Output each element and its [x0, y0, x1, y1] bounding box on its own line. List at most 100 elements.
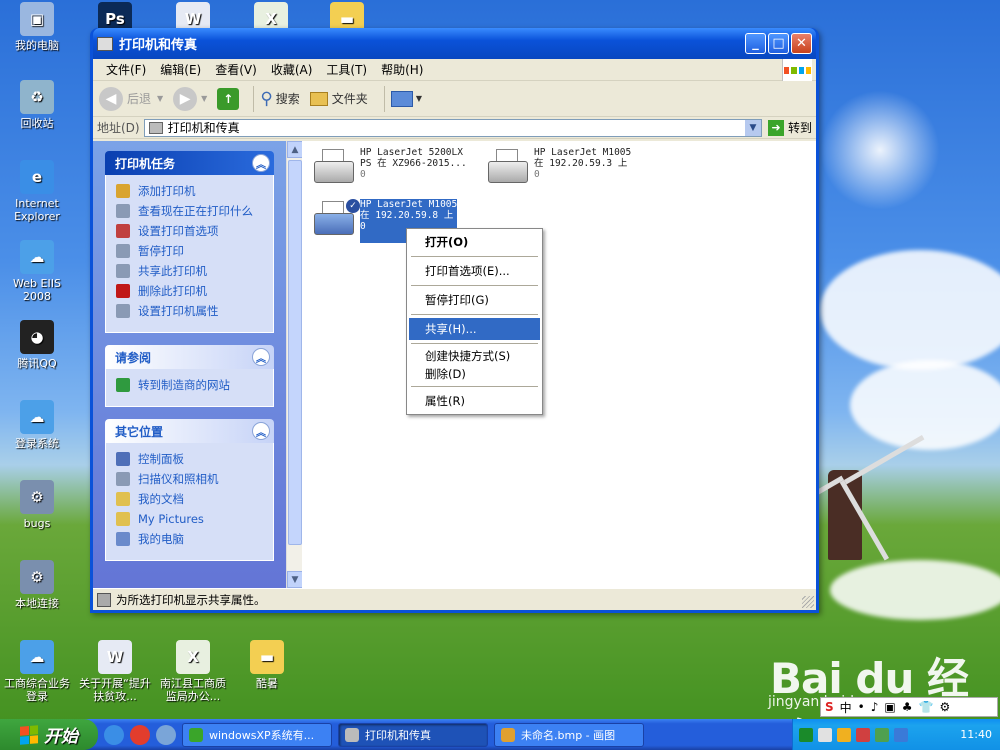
- task-link[interactable]: 扫描仪和照相机: [116, 472, 267, 486]
- quicklaunch-browser-icon[interactable]: [130, 724, 150, 745]
- desktop-item-icon: ▣: [20, 2, 54, 36]
- ime-toolbar[interactable]: S 中 • ♪ ▣ ♣ 👕 ⚙: [820, 697, 998, 717]
- ctx-pause-printing[interactable]: 暂停打印(G): [409, 289, 540, 311]
- network-icon[interactable]: [799, 727, 813, 742]
- title-bar[interactable]: 打印机和传真 _ □ ✕: [93, 28, 816, 59]
- desktop-icon[interactable]: ♻ 回收站: [0, 80, 74, 130]
- panel-header[interactable]: 其它位置 ︽: [105, 419, 274, 443]
- menu-help[interactable]: 帮助(H): [374, 61, 430, 78]
- taskbar-button[interactable]: 未命名.bmp - 画图: [494, 722, 644, 747]
- desktop-icon[interactable]: ☁ 工商综合业务登录: [0, 640, 74, 703]
- task-link[interactable]: 共享此打印机: [116, 264, 267, 278]
- menu-view[interactable]: 查看(V): [208, 61, 264, 78]
- volume-icon[interactable]: [837, 727, 851, 742]
- taskbar-button[interactable]: 打印机和传真: [338, 722, 488, 747]
- desktop-item-icon: ▬: [250, 640, 284, 674]
- panel-body: 添加打印机查看现在正在打印什么 设置打印首选项 暂停打印共享此打印机删除此打印机 设置…: [105, 175, 274, 333]
- minimize-button[interactable]: _: [745, 33, 766, 54]
- desktop-icon[interactable]: W 关于开展“提升扶贫攻...: [78, 640, 152, 703]
- address-dropdown-icon[interactable]: ▼: [744, 119, 761, 136]
- menu-file[interactable]: 文件(F): [99, 61, 153, 78]
- desktop-item-icon: e: [20, 160, 54, 194]
- ctx-printing-preferences[interactable]: 打印首选项(E)...: [409, 260, 540, 282]
- update-icon[interactable]: [894, 727, 908, 742]
- shield-icon[interactable]: [875, 727, 889, 742]
- task-link[interactable]: 暂停打印: [116, 244, 267, 258]
- collapse-chevron-icon[interactable]: ︽: [252, 422, 270, 440]
- task-icon: [116, 452, 130, 466]
- task-link[interactable]: 设置打印机属性: [116, 304, 267, 318]
- scroll-up-icon[interactable]: ▲: [287, 141, 303, 158]
- desktop-icon[interactable]: X 南江县工商质监局办公...: [156, 640, 230, 703]
- collapse-chevron-icon[interactable]: ︽: [252, 348, 270, 366]
- panel-header[interactable]: 请参阅 ︽: [105, 345, 274, 369]
- desktop-icon[interactable]: ⚙ 本地连接: [0, 560, 74, 610]
- folders-button[interactable]: 文件夹: [309, 90, 368, 107]
- menu-favorites[interactable]: 收藏(A): [264, 61, 320, 78]
- menu-tools[interactable]: 工具(T): [319, 61, 374, 78]
- wifi-icon[interactable]: [818, 727, 832, 742]
- printer-icon: [484, 147, 530, 191]
- views-button[interactable]: ▼: [390, 90, 422, 107]
- quicklaunch-ie-icon[interactable]: [104, 724, 124, 745]
- task-link[interactable]: 转到制造商的网站: [116, 378, 267, 392]
- desktop-icon[interactable]: ▬ 酷暑: [230, 640, 304, 690]
- ime-item[interactable]: S: [825, 700, 834, 714]
- security-icon[interactable]: [856, 727, 870, 742]
- task-pane-scrollbar[interactable]: ▲ ▼: [286, 141, 303, 588]
- task-link[interactable]: 控制面板: [116, 452, 267, 466]
- resize-grip[interactable]: [802, 596, 814, 608]
- task-link[interactable]: 添加打印机: [116, 184, 267, 198]
- go-button[interactable]: ➜ 转到: [767, 119, 812, 136]
- desktop-icon[interactable]: e Internet Explorer: [0, 160, 74, 223]
- address-input[interactable]: 打印机和传真 ▼: [143, 118, 762, 137]
- printer-item[interactable]: HP LaserJet 5200LX PS 在 XZ966-2015... 0: [310, 147, 467, 191]
- taskbar-button[interactable]: windowsXP系统有...: [182, 722, 332, 747]
- close-button[interactable]: ✕: [791, 33, 812, 54]
- quicklaunch-desktop-icon[interactable]: [156, 724, 176, 745]
- ctx-create-shortcut[interactable]: 创建快捷方式(S): [409, 347, 540, 365]
- ime-item[interactable]: ♣: [902, 700, 913, 714]
- ime-item[interactable]: ♪: [871, 700, 879, 714]
- clock[interactable]: 11:40: [960, 728, 992, 741]
- panel-header[interactable]: 打印机任务 ︽: [105, 151, 274, 175]
- desktop-icon[interactable]: ◕ 腾讯QQ: [0, 320, 74, 370]
- ime-item[interactable]: •: [858, 700, 865, 714]
- menu-edit[interactable]: 编辑(E): [153, 61, 208, 78]
- ime-item[interactable]: ▣: [884, 700, 895, 714]
- task-link[interactable]: 查看现在正在打印什么: [116, 204, 267, 218]
- printer-info: HP LaserJet 5200LX PS 在 XZ966-2015... 0: [360, 147, 467, 180]
- printer-item[interactable]: HP LaserJet M1005 在 192.20.59.3 上 0: [484, 147, 631, 191]
- ime-item[interactable]: 中: [840, 699, 852, 716]
- back-button[interactable]: ◀ 后退 ▼: [99, 86, 163, 111]
- start-button[interactable]: 开始: [0, 719, 98, 750]
- task-link[interactable]: 我的文档: [116, 492, 267, 506]
- ctx-open[interactable]: 打开(O): [409, 231, 540, 253]
- desktop-icon[interactable]: ⚙ bugs: [0, 480, 74, 530]
- ime-item[interactable]: 👕: [919, 700, 934, 714]
- task-link[interactable]: My Pictures: [116, 512, 267, 526]
- scroll-down-icon[interactable]: ▼: [287, 571, 303, 588]
- task-link[interactable]: 我的电脑: [116, 532, 267, 546]
- desktop-item-icon: X: [176, 640, 210, 674]
- maximize-button[interactable]: □: [768, 33, 789, 54]
- taskbar-app-icon: [189, 727, 203, 742]
- desktop-icon[interactable]: ☁ 登录系统: [0, 400, 74, 450]
- ime-item[interactable]: ⚙: [939, 700, 950, 714]
- go-arrow-icon: ➜: [767, 119, 784, 136]
- printer-icon: ✓: [310, 199, 360, 243]
- collapse-chevron-icon[interactable]: ︽: [252, 154, 270, 172]
- ctx-properties[interactable]: 属性(R): [409, 390, 540, 412]
- task-label: 共享此打印机: [138, 264, 207, 278]
- windows-flag-icon: [20, 724, 38, 745]
- up-folder-button[interactable]: ↑: [217, 87, 240, 110]
- desktop-icon[interactable]: ☁ Web EIIS 2008: [0, 240, 74, 303]
- forward-button[interactable]: ▶ ▼: [173, 86, 207, 111]
- task-link[interactable]: 设置打印首选项: [116, 224, 267, 238]
- desktop-icon[interactable]: ▣ 我的电脑: [0, 2, 74, 52]
- search-button[interactable]: ⚲ 搜索: [260, 89, 299, 109]
- ctx-sharing[interactable]: 共享(H)...: [409, 318, 540, 340]
- scroll-thumb[interactable]: [288, 160, 302, 545]
- ctx-delete[interactable]: 删除(D): [409, 365, 540, 383]
- task-link[interactable]: 删除此打印机: [116, 284, 267, 298]
